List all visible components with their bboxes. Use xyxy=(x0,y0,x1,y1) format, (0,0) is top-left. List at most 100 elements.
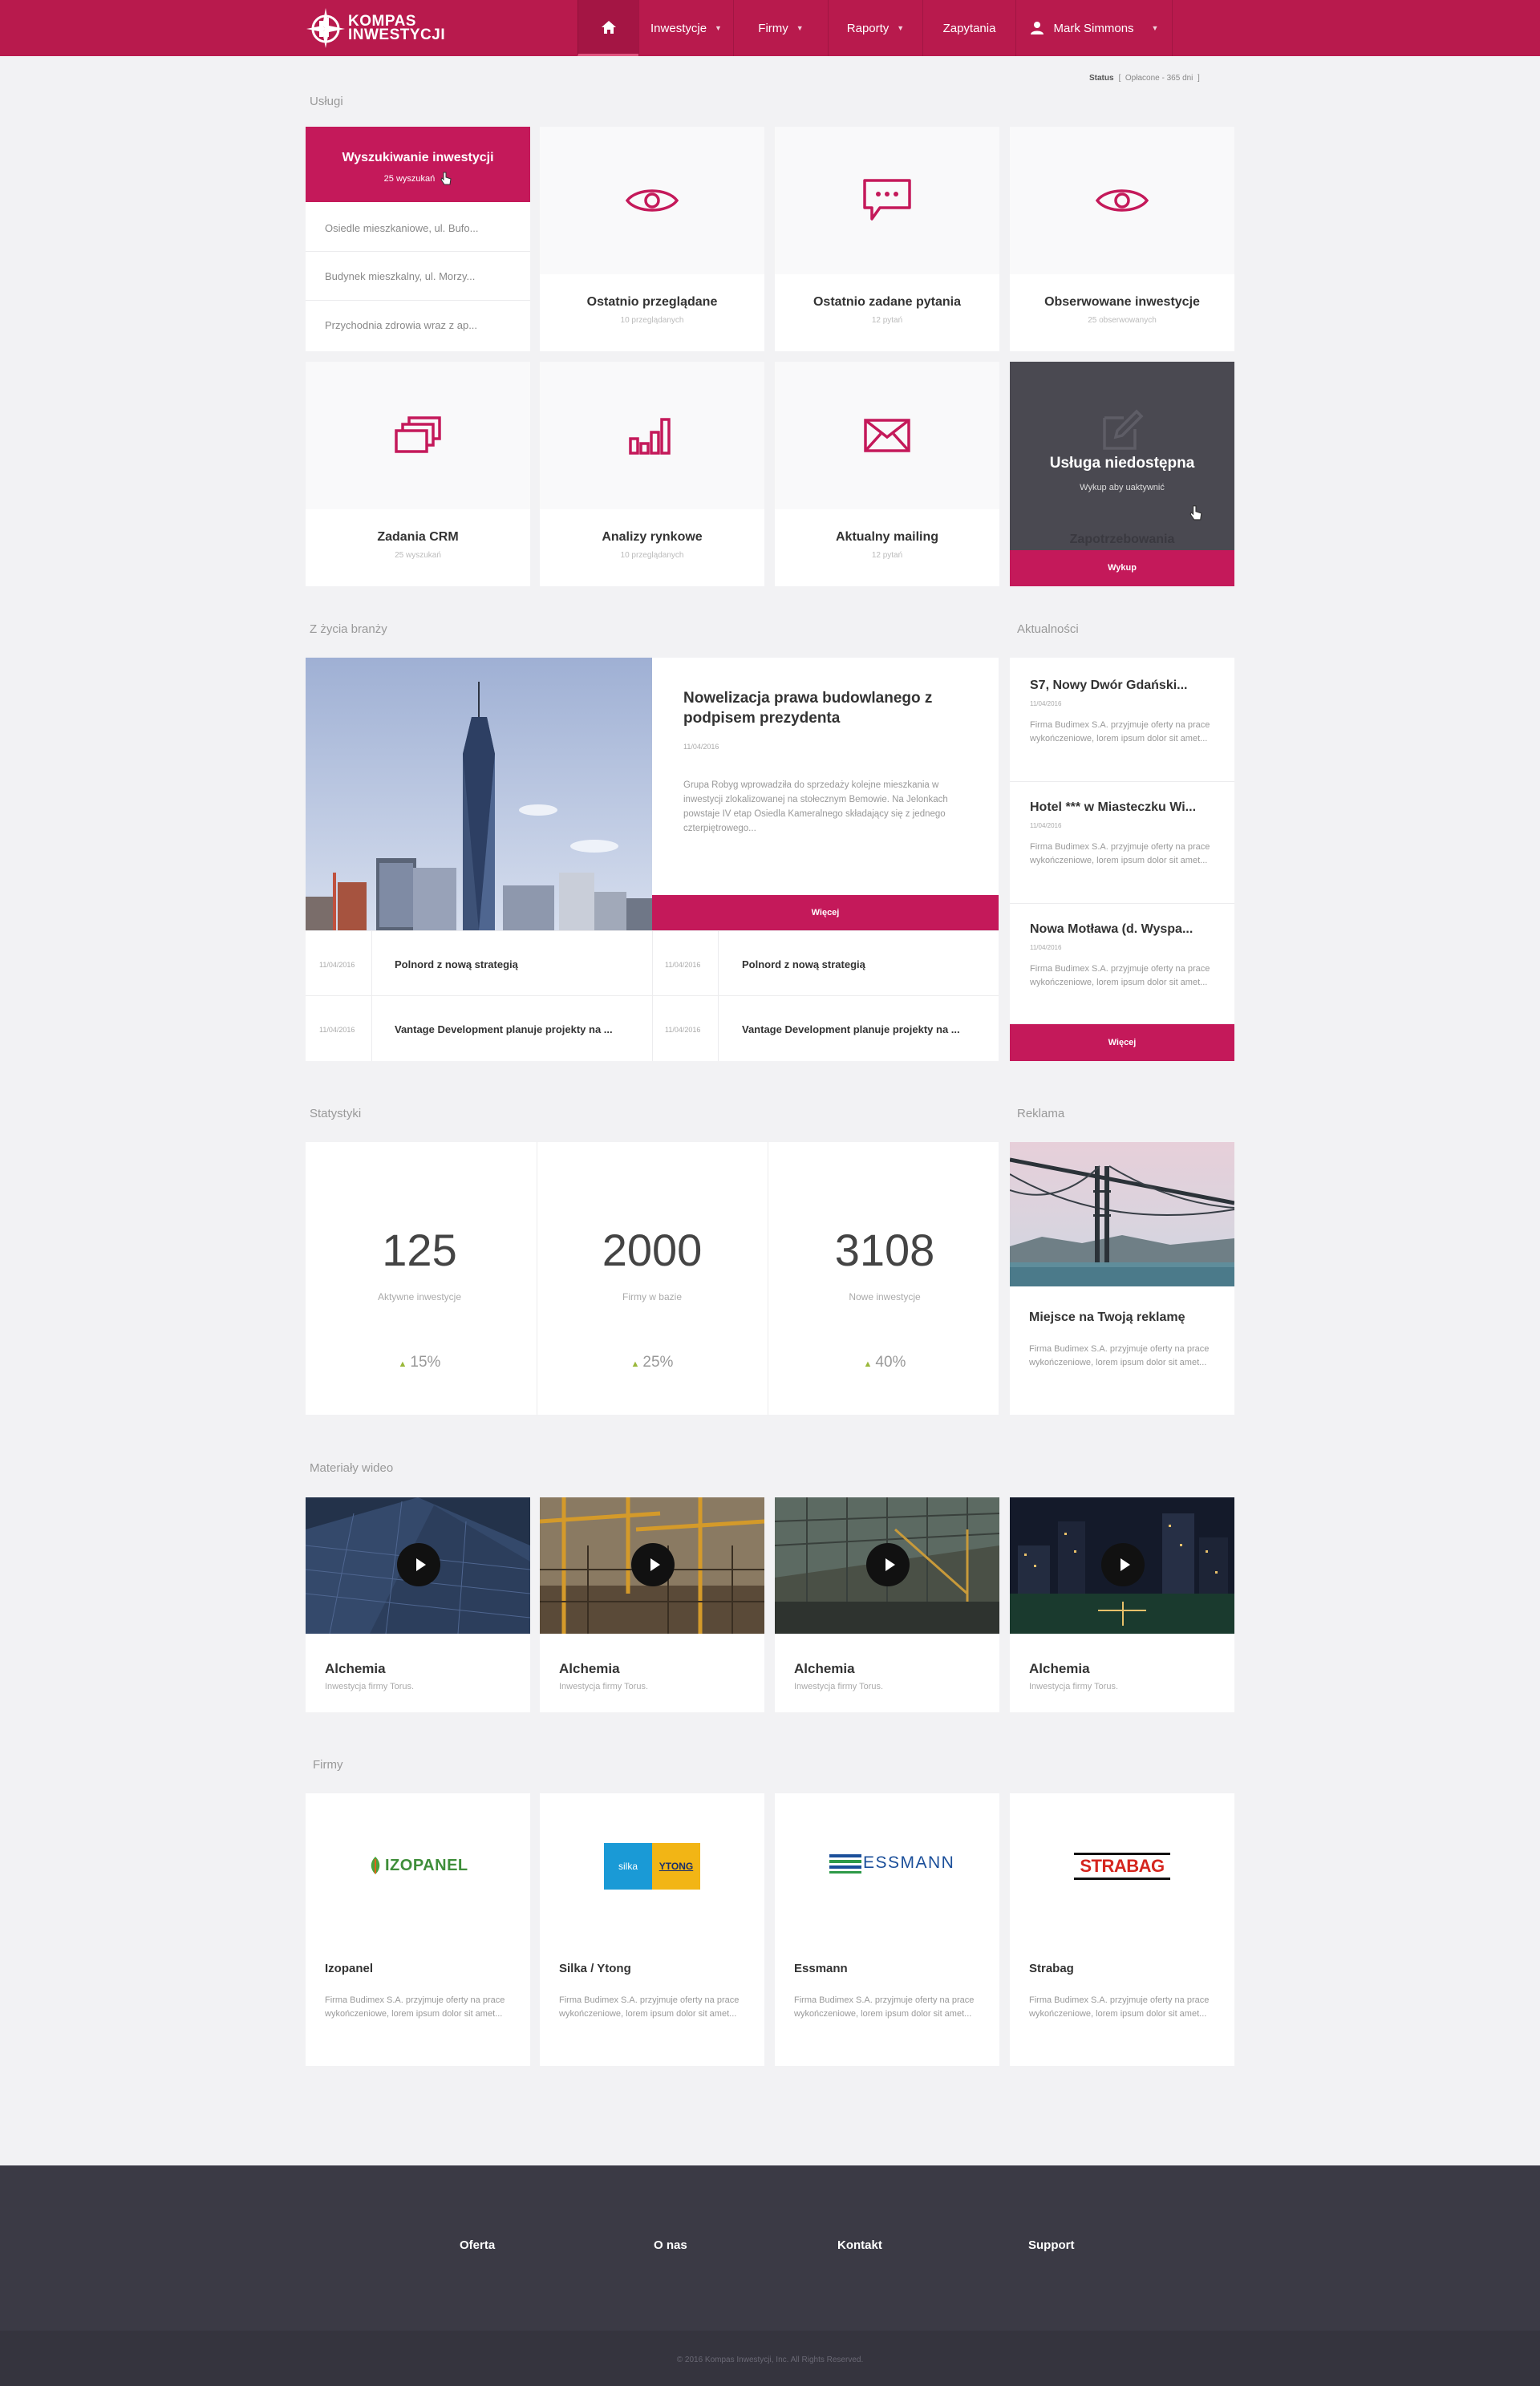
play-icon[interactable] xyxy=(397,1543,440,1586)
news-item-title[interactable]: Nowa Motława (d. Wyspa... xyxy=(1030,922,1193,937)
copyright: © 2016 Kompas Inwestycji, Inc. All Right… xyxy=(676,2356,864,2364)
ytong-logo-text: YTONG xyxy=(652,1843,700,1890)
section-title-firmy: Firmy xyxy=(313,1758,343,1772)
news-row-title[interactable]: Vantage Development planuje projekty na … xyxy=(742,1023,960,1035)
divider xyxy=(1010,903,1234,904)
strabag-logo: STRABAG xyxy=(1074,1853,1170,1880)
service-tile-recently-viewed[interactable]: Ostatnio przeglądane 10 przeglądanych xyxy=(540,127,764,351)
cursor-hand-icon xyxy=(1189,505,1202,521)
news-item-title[interactable]: Hotel *** w Miasteczku Wi... xyxy=(1030,800,1196,815)
company-card[interactable]: STRABAG Strabag Firma Budimex S.A. przyj… xyxy=(1010,1793,1234,2066)
company-card[interactable]: IZOPANEL Izopanel Firma Budimex S.A. prz… xyxy=(306,1793,530,2066)
nav-firmy[interactable]: Firmy ▼ xyxy=(733,0,828,56)
stat-label: Aktywne inwestycje xyxy=(377,1291,462,1302)
user-menu[interactable]: Mark Simmons ▼ xyxy=(1015,0,1173,56)
service-tile-crm-tasks[interactable]: Zadania CRM 25 wyszukań xyxy=(306,362,530,586)
service-tile-watched-investments[interactable]: Obserwowane inwestycje 25 obserwowanych xyxy=(1010,127,1234,351)
video-title: Alchemia xyxy=(794,1661,855,1676)
news-more-button[interactable]: Więcej xyxy=(1010,1024,1234,1061)
news-row-title[interactable]: Vantage Development planuje projekty na … xyxy=(395,1023,613,1035)
eye-icon xyxy=(1096,189,1149,212)
news-row-title[interactable]: Polnord z nową strategią xyxy=(742,958,865,970)
service-tile-recent-questions[interactable]: Ostatnio zadane pytania 12 pytań xyxy=(775,127,999,351)
recent-search-item[interactable]: Osiedle mieszkaniowe, ul. Bufo... xyxy=(325,222,478,234)
search-count-row: 25 wyszukań xyxy=(306,172,530,186)
company-card[interactable]: silka YTONG Silka / Ytong Firma Budimex … xyxy=(540,1793,764,2066)
strabag-logo-text: STRABAG xyxy=(1080,1856,1165,1876)
news-row-date: 11/04/2016 xyxy=(319,961,355,969)
essmann-logo-text: ESSMANN xyxy=(863,1853,955,1872)
news-row-title[interactable]: Polnord z nową strategią xyxy=(395,958,518,970)
video-thumbnail xyxy=(775,1497,999,1634)
caret-down-icon: ▼ xyxy=(897,24,905,32)
tile-title: Zadania CRM xyxy=(377,530,459,544)
search-investments-header[interactable]: Wyszukiwanie inwestycji 25 wyszukań xyxy=(306,127,530,202)
izopanel-logo: IZOPANEL xyxy=(368,1856,468,1875)
nav-label: Raporty xyxy=(846,21,890,35)
stack-icon xyxy=(395,416,441,453)
video-card[interactable]: Alchemia Inwestycja firmy Torus. xyxy=(775,1497,999,1712)
nav-label: Inwestycje xyxy=(650,21,707,35)
footer-link-oferta[interactable]: Oferta xyxy=(460,2238,495,2252)
user-icon xyxy=(1030,22,1044,34)
featured-article-title[interactable]: Nowelizacja prawa budowlanego z podpisem… xyxy=(683,688,948,728)
bridge-photo xyxy=(1010,1142,1234,1286)
nav-home[interactable] xyxy=(578,0,638,56)
company-card[interactable]: ESSMANN Essmann Firma Budimex S.A. przyj… xyxy=(775,1793,999,2066)
tile-icon-area xyxy=(775,127,999,274)
news-item-excerpt: Firma Budimex S.A. przyjmuje oferty na p… xyxy=(1030,964,1210,987)
ad-card[interactable]: Miejsce na Twoją reklamę Firma Budimex S… xyxy=(1010,1142,1234,1415)
tile-subtitle: 12 pytań xyxy=(871,551,903,560)
service-tile-market-analysis[interactable]: Analizy rynkowe 10 przeglądanych xyxy=(540,362,764,586)
footer-link-support[interactable]: Support xyxy=(1028,2238,1075,2252)
company-name: Essmann xyxy=(794,1962,848,1975)
news-item-title[interactable]: S7, Nowy Dwór Gdański... xyxy=(1030,679,1188,693)
section-title-branza: Z życia branży xyxy=(310,622,387,636)
nav-inwestycje[interactable]: Inwestycje ▼ xyxy=(638,0,733,56)
tile-title: Obserwowane inwestycje xyxy=(1044,295,1200,309)
play-icon[interactable] xyxy=(631,1543,675,1586)
ad-title: Miejsce na Twoją reklamę xyxy=(1029,1310,1185,1324)
brand-logo[interactable]: KOMPAS INWESTYCJI xyxy=(305,6,465,50)
user-name: Mark Simmons xyxy=(1053,21,1134,35)
section-title-aktualnosci: Aktualności xyxy=(1017,622,1079,636)
chat-icon xyxy=(863,179,911,221)
nav-zapytania[interactable]: Zapytania xyxy=(922,0,1015,56)
play-icon[interactable] xyxy=(1101,1543,1145,1586)
play-icon[interactable] xyxy=(866,1543,910,1586)
silka-logo-text: silka xyxy=(604,1843,652,1890)
stat-change: ▲ 40% xyxy=(768,1354,1001,1371)
video-subtitle: Inwestycja firmy Torus. xyxy=(325,1682,415,1691)
caret-down-icon: ▼ xyxy=(1151,24,1159,32)
tile-icon-area xyxy=(540,127,764,274)
tile-icon-area xyxy=(540,362,764,509)
nav-raporty[interactable]: Raporty ▼ xyxy=(828,0,922,56)
footer-link-o-nas[interactable]: O nas xyxy=(654,2238,687,2252)
status-value: Opłacone - 365 dni xyxy=(1125,74,1194,83)
buy-button[interactable]: Wykup xyxy=(1010,550,1234,586)
video-card[interactable]: Alchemia Inwestycja firmy Torus. xyxy=(540,1497,764,1712)
company-description: Firma Budimex S.A. przyjmuje oferty na p… xyxy=(794,1995,975,2019)
stat-change: ▲ 25% xyxy=(536,1354,768,1371)
video-subtitle: Inwestycja firmy Torus. xyxy=(794,1682,884,1691)
recent-search-item[interactable]: Przychodnia zdrowia wraz z ap... xyxy=(325,319,477,331)
search-investments-card: Wyszukiwanie inwestycji 25 wyszukań Osie… xyxy=(306,127,530,351)
tile-icon-area xyxy=(306,362,530,509)
news-item-date: 11/04/2016 xyxy=(1030,822,1062,829)
tile-subtitle: 25 obserwowanych xyxy=(1088,316,1157,325)
top-navigation-bar: KOMPAS INWESTYCJI Inwestycje ▼ Firmy ▼ Rap… xyxy=(0,0,1540,56)
service-tile-mailing[interactable]: Aktualny mailing 12 pytań xyxy=(775,362,999,586)
divider xyxy=(371,930,372,1061)
video-title: Alchemia xyxy=(1029,1661,1090,1676)
featured-more-button[interactable]: Więcej xyxy=(652,895,999,930)
compass-logo-icon xyxy=(306,8,345,48)
footer-link-kontakt[interactable]: Kontakt xyxy=(837,2238,882,2252)
essmann-logo: ESSMANN xyxy=(829,1853,954,1874)
video-card[interactable]: Alchemia Inwestycja firmy Torus. xyxy=(306,1497,530,1712)
divider xyxy=(652,930,653,1061)
recent-search-item[interactable]: Budynek mieszkalny, ul. Morzy... xyxy=(325,270,475,282)
envelope-icon xyxy=(864,419,910,452)
tile-title: Aktualny mailing xyxy=(835,530,939,544)
video-card[interactable]: Alchemia Inwestycja firmy Torus. xyxy=(1010,1497,1234,1712)
tile-title: Ostatnio zadane pytania xyxy=(813,295,962,309)
